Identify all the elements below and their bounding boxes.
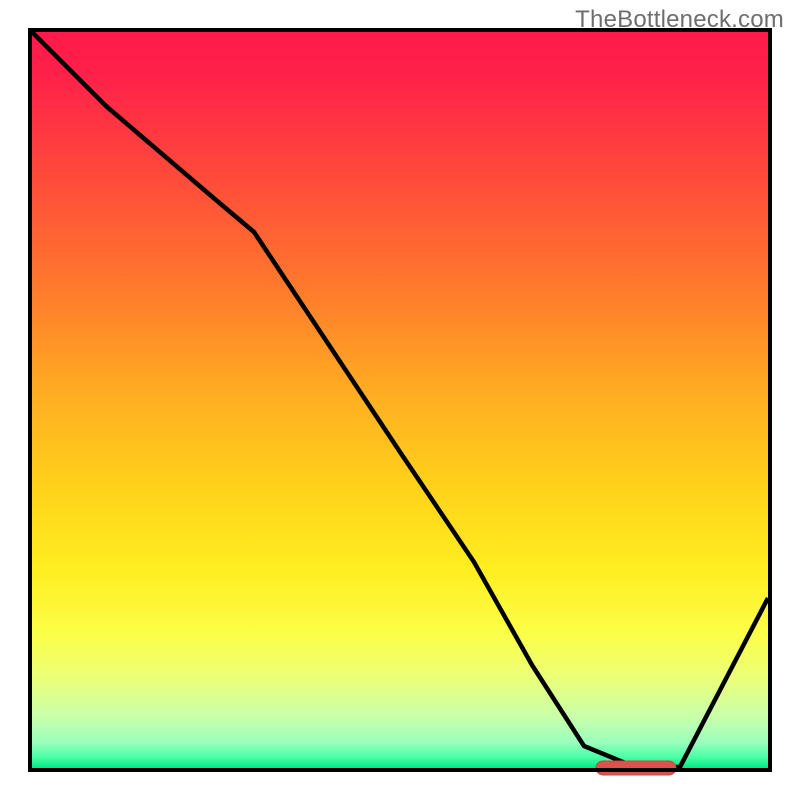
bottleneck-chart <box>0 0 800 800</box>
heat-gradient-background <box>32 32 768 768</box>
watermark-text: TheBottleneck.com <box>575 6 784 34</box>
chart-container: TheBottleneck.com <box>0 0 800 800</box>
